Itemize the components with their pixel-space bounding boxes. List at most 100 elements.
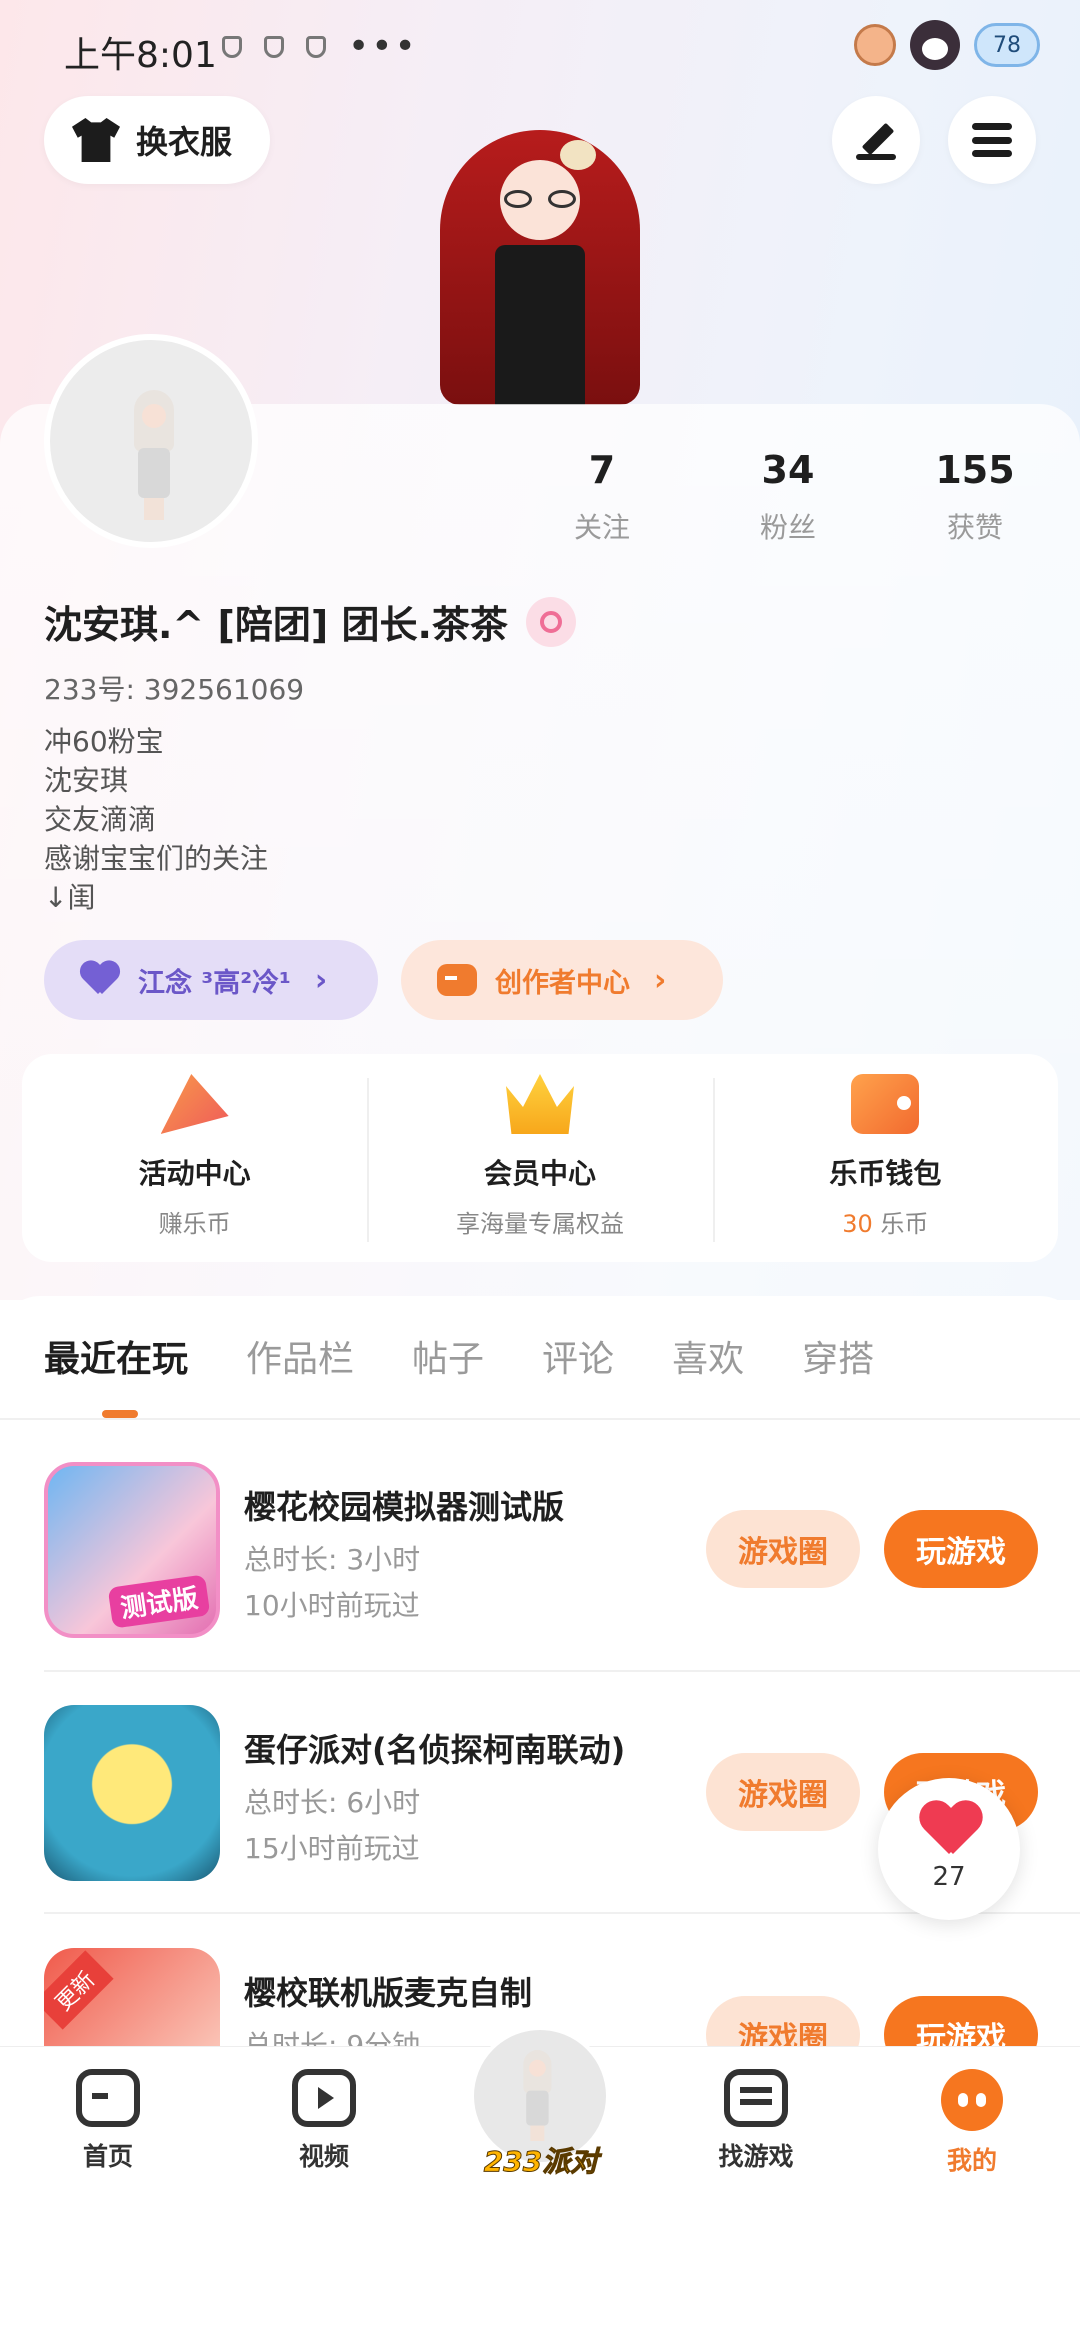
game-row[interactable]: 测试版 樱花校园模拟器测试版 总时长: 3小时 10小时前玩过 游戏圈 玩游戏 [44, 1462, 1044, 1642]
game-duration: 总时长: 3小时 [244, 1543, 421, 1576]
tab-outfits[interactable]: 穿搭 [802, 1330, 874, 1382]
tab-recent[interactable]: 最近在玩 [44, 1330, 188, 1382]
shield-icon [222, 36, 242, 58]
chevron-right-icon: › [314, 962, 328, 998]
game-icon[interactable] [44, 1705, 220, 1881]
heart-icon [80, 962, 120, 998]
family-pill-button[interactable]: 江念 ³高²冷¹ › [44, 940, 378, 1020]
tab-comments[interactable]: 评论 [542, 1330, 614, 1382]
heart-icon [919, 1802, 979, 1858]
coin-balance: 30 [842, 1210, 873, 1238]
bio-line: 冲60粉宝 [44, 725, 164, 758]
member-center-title: 会员中心 [483, 1157, 596, 1190]
game-circle-button[interactable]: 游戏圈 [706, 1753, 860, 1831]
stat-following[interactable]: 7 关注 [527, 448, 677, 546]
family-pill-label: 江念 ³高²冷¹ [138, 967, 291, 999]
test-badge: 测试版 [107, 1574, 211, 1629]
clock: 上午8:01 [64, 35, 217, 76]
quick-actions-card: 活动中心 赚乐币 会员中心 享海量专属权益 乐币钱包 30 乐币 [22, 1054, 1058, 1262]
nav-party-label[interactable]: 233派对 [474, 2140, 608, 2180]
menu-button[interactable] [948, 96, 1036, 184]
like-count: 27 [932, 1862, 966, 1892]
chevron-right-icon: › [654, 962, 667, 998]
change-outfit-button[interactable]: 换衣服 [44, 96, 270, 184]
bio-line: 交友滴滴 [44, 803, 157, 836]
stat-likes[interactable]: 155 获赞 [900, 448, 1050, 546]
game-last-played: 15小时前玩过 [244, 1832, 420, 1865]
following-label: 关注 [573, 511, 630, 544]
wallet-icon [851, 1074, 920, 1134]
game-title: 樱花校园模拟器测试版 [244, 1488, 565, 1526]
bio-line: ↓闺 [44, 881, 96, 914]
stat-fans[interactable]: 34 粉丝 [713, 448, 863, 546]
fans-label: 粉丝 [759, 511, 816, 544]
tab-indicator [102, 1410, 138, 1418]
user-name: 沈安琪.^ [陪团] 团长.茶茶 [44, 603, 508, 647]
nav-me[interactable]: 我的 [912, 2069, 1032, 2177]
bio-line: 感谢宝宝们的关注 [44, 842, 269, 875]
coin-wallet-title: 乐币钱包 [829, 1157, 942, 1190]
status-bar: 上午8:01 ••• 78 [0, 0, 1080, 100]
activity-center-sub: 赚乐币 [158, 1210, 231, 1238]
app-notification-icon [264, 36, 284, 58]
bio: 冲60粉宝 沈安琪 交友滴滴 感谢宝宝们的关注 ↓闺 [44, 722, 268, 917]
nav-find-games[interactable]: 找游戏 [696, 2069, 816, 2173]
divider [0, 1418, 1080, 1420]
party-popper-icon [160, 1074, 229, 1134]
nav-home[interactable]: 首页 [48, 2069, 168, 2173]
play-game-button[interactable]: 玩游戏 [884, 1510, 1038, 1588]
edit-profile-button[interactable] [832, 96, 920, 184]
game-duration: 总时长: 6小时 [244, 1786, 421, 1819]
update-badge: 更新 [44, 1950, 114, 2030]
avatar-character[interactable] [440, 120, 640, 405]
user-id[interactable]: 233号: 392561069 [44, 668, 304, 708]
creator-center-label: 创作者中心 [495, 967, 630, 999]
female-gender-icon [525, 596, 576, 647]
battery-icon: 78 [974, 23, 1040, 67]
nav-video[interactable]: 视频 [264, 2069, 384, 2173]
tab-likes[interactable]: 喜欢 [672, 1330, 744, 1382]
avatar[interactable] [44, 334, 258, 548]
member-center-sub: 享海量专属权益 [455, 1210, 624, 1238]
system-nav-area [0, 2210, 1080, 2340]
name-row: 沈安琪.^ [陪团] 团长.茶茶 [44, 594, 576, 649]
nav-home-label: 首页 [82, 2142, 133, 2171]
coin-wallet[interactable]: 乐币钱包 30 乐币 [712, 1054, 1058, 1262]
creator-center-button[interactable]: 创作者中心 › [401, 940, 723, 1020]
tab-works[interactable]: 作品栏 [246, 1330, 354, 1382]
me-face-icon [941, 2069, 1003, 2131]
bear-icon [854, 24, 896, 66]
coin-unit: 乐币 [872, 1210, 929, 1238]
status-icons: ••• [222, 26, 418, 67]
likes-count: 155 [935, 448, 1015, 492]
more-dots-icon: ••• [348, 26, 418, 67]
tab-posts[interactable]: 帖子 [412, 1330, 484, 1382]
game-icon[interactable]: 测试版 [44, 1462, 220, 1638]
game-title: 蛋仔派对(名侦探柯南联动) [244, 1731, 626, 1769]
battery-level: 78 [993, 32, 1021, 58]
nav-find-games-label: 找游戏 [718, 2142, 794, 2171]
hamburger-icon [972, 123, 1012, 157]
member-center[interactable]: 会员中心 享海量专属权益 [367, 1054, 712, 1262]
game-title: 樱校联机版麦克自制 [244, 1974, 533, 2012]
shirt-icon [72, 118, 120, 162]
pencil-icon [856, 120, 896, 160]
fans-count: 34 [761, 448, 815, 492]
list-icon [724, 2069, 788, 2127]
nav-me-label: 我的 [946, 2146, 997, 2175]
profile-tabs: 最近在玩 作品栏 帖子 评论 喜欢 穿搭 [44, 1330, 874, 1382]
activity-center-title: 活动中心 [138, 1157, 251, 1190]
following-count: 7 [588, 448, 616, 492]
divider [44, 1670, 1080, 1672]
nav-video-label: 视频 [298, 2142, 349, 2171]
gamepad-icon [76, 2069, 140, 2127]
crown-icon [505, 1074, 574, 1134]
likes-label: 获赞 [946, 511, 1003, 544]
activity-center[interactable]: 活动中心 赚乐币 [22, 1054, 367, 1262]
shield-icon [306, 36, 326, 58]
game-circle-button[interactable]: 游戏圈 [706, 1510, 860, 1588]
floating-like-button[interactable]: 27 [878, 1778, 1020, 1920]
gamepad-icon [437, 964, 477, 996]
bio-line: 沈安琪 [44, 764, 129, 797]
play-icon [292, 2069, 356, 2127]
